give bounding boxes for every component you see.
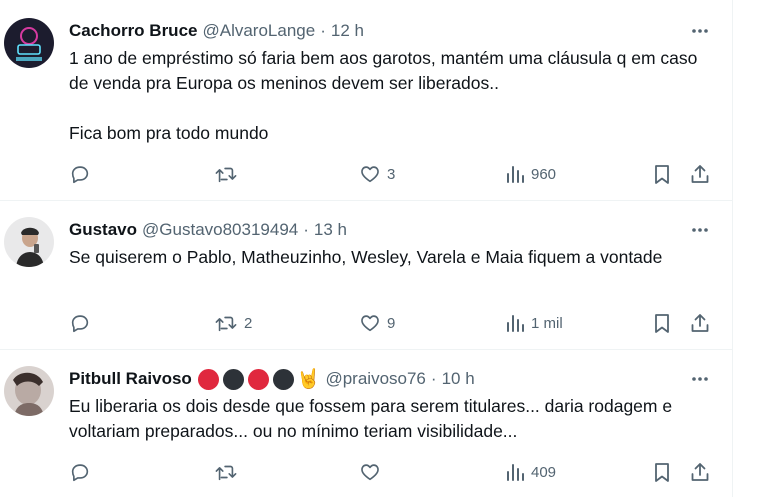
separator: · xyxy=(320,21,326,40)
retweet-button[interactable] xyxy=(214,160,244,188)
bookmark-icon xyxy=(652,461,672,483)
separator: · xyxy=(303,220,309,239)
tweet-actions: 409 xyxy=(69,458,719,486)
name-emoji-badges: 🤘 xyxy=(194,368,321,390)
views-button[interactable]: 409 xyxy=(505,458,556,486)
share-button[interactable] xyxy=(689,309,711,337)
retweet-button[interactable] xyxy=(214,458,244,486)
like-count: 9 xyxy=(387,314,396,332)
user-handle[interactable]: @Gustavo80319494 xyxy=(142,220,298,240)
reply-button[interactable] xyxy=(69,458,97,486)
separator: · xyxy=(430,369,437,388)
red-circle-icon xyxy=(197,368,219,390)
views-icon xyxy=(505,461,525,483)
like-button[interactable] xyxy=(359,458,387,486)
tweet-text: 1 ano de empréstimo só faria bem aos gar… xyxy=(69,48,698,143)
red-circle-icon xyxy=(247,368,269,390)
retweet-icon xyxy=(214,163,238,185)
tweet-header: Gustavo @Gustavo80319494 · 13 h xyxy=(69,218,347,242)
like-button[interactable]: 9 xyxy=(359,309,395,337)
views-icon xyxy=(505,312,525,334)
reply-button[interactable] xyxy=(69,160,97,188)
share-icon xyxy=(689,461,711,483)
tweet-actions: 2 9 1 mil xyxy=(69,309,719,337)
bookmark-icon xyxy=(652,312,672,334)
more-icon[interactable] xyxy=(684,367,716,391)
retweet-count: 2 xyxy=(244,314,253,332)
display-name[interactable]: Pitbull Raivoso xyxy=(69,369,192,389)
like-icon xyxy=(359,312,381,334)
reply-icon xyxy=(69,312,91,334)
like-icon xyxy=(359,461,381,483)
rock-hand-icon: 🤘 xyxy=(296,368,321,390)
bookmark-button[interactable] xyxy=(652,458,672,486)
retweet-icon xyxy=(214,461,238,483)
tweet[interactable]: Cachorro Bruce @AlvaroLange · 12 h 1 ano… xyxy=(0,0,732,201)
tweet-feed: Cachorro Bruce @AlvaroLange · 12 h 1 ano… xyxy=(0,0,733,497)
tweet-text: Se quiserem o Pablo, Matheuzinho, Wesley… xyxy=(69,247,663,267)
more-icon[interactable] xyxy=(684,19,716,43)
reply-icon xyxy=(69,461,91,483)
views-count: 960 xyxy=(531,165,557,183)
bookmark-button[interactable] xyxy=(652,160,672,188)
retweet-button[interactable]: 2 xyxy=(214,309,252,337)
more-icon[interactable] xyxy=(684,218,716,242)
display-name[interactable]: Cachorro Bruce xyxy=(69,21,197,41)
share-icon xyxy=(689,163,711,185)
views-button[interactable]: 960 xyxy=(505,160,556,188)
tweet-header: Cachorro Bruce @AlvaroLange · 12 h xyxy=(69,19,364,43)
views-icon xyxy=(505,163,525,185)
tweet-actions: 3 960 xyxy=(69,160,719,188)
timestamp[interactable]: 10 h xyxy=(442,369,475,389)
user-handle[interactable]: @praivoso76 xyxy=(325,369,425,389)
views-count: 1 mil xyxy=(531,314,563,332)
bookmark-icon xyxy=(652,163,672,185)
share-icon xyxy=(689,312,711,334)
timestamp[interactable]: 12 h xyxy=(331,21,364,41)
avatar[interactable] xyxy=(4,217,54,267)
share-button[interactable] xyxy=(689,160,711,188)
like-icon xyxy=(359,163,381,185)
retweet-icon xyxy=(214,312,238,334)
black-circle-icon xyxy=(222,368,244,390)
tweet-text: Eu liberaria os dois desde que fossem pa… xyxy=(69,396,673,441)
avatar[interactable] xyxy=(4,366,54,416)
timestamp[interactable]: 13 h xyxy=(314,220,347,240)
views-button[interactable]: 1 mil xyxy=(505,309,563,337)
user-handle[interactable]: @AlvaroLange xyxy=(202,21,315,41)
reply-icon xyxy=(69,163,91,185)
like-button[interactable]: 3 xyxy=(359,160,395,188)
views-count: 409 xyxy=(531,463,557,481)
tweet[interactable]: Gustavo @Gustavo80319494 · 13 h Se quise… xyxy=(0,201,732,350)
display-name[interactable]: Gustavo xyxy=(69,220,137,240)
share-button[interactable] xyxy=(689,458,711,486)
right-gutter xyxy=(733,0,768,497)
black-circle-icon xyxy=(272,368,294,390)
bookmark-button[interactable] xyxy=(652,309,672,337)
like-count: 3 xyxy=(387,165,396,183)
tweet-header: Pitbull Raivoso 🤘 @praivoso76 · 10 h xyxy=(69,367,475,391)
avatar[interactable] xyxy=(4,18,54,68)
reply-button[interactable] xyxy=(69,309,97,337)
tweet[interactable]: Pitbull Raivoso 🤘 @praivoso76 · 10 h Eu … xyxy=(0,350,732,497)
